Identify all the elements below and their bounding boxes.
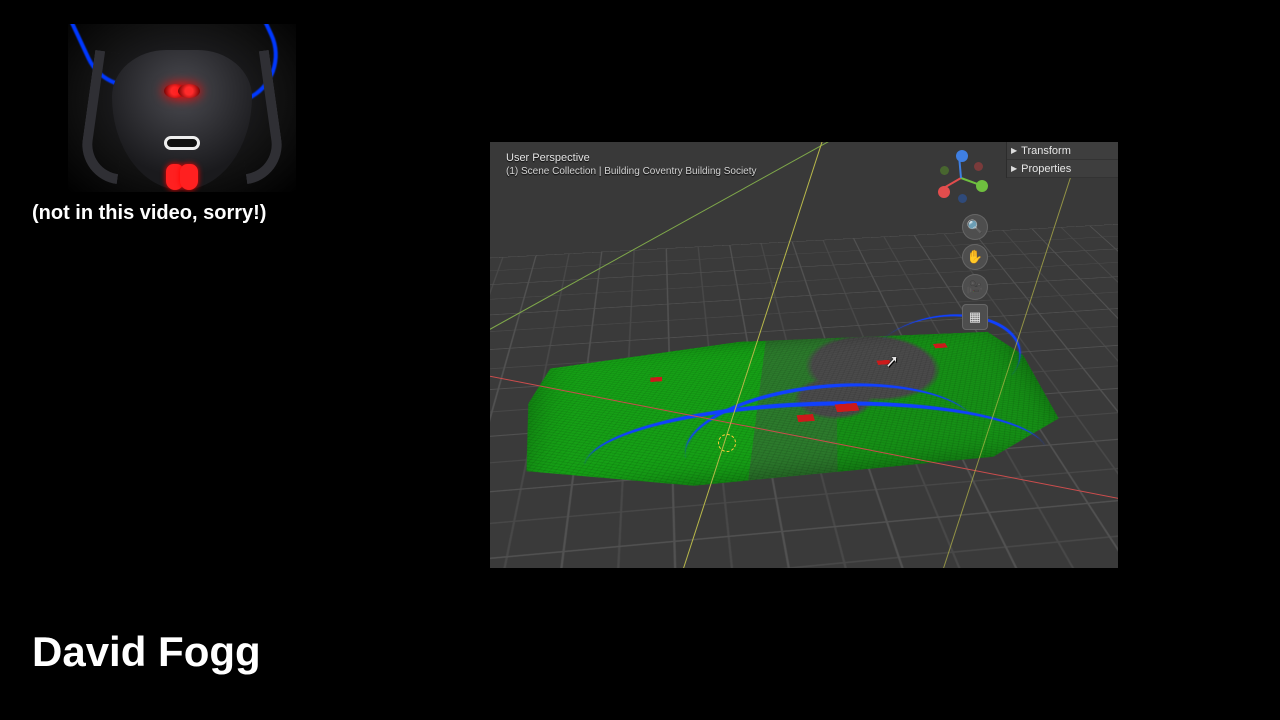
n-panel[interactable]: ▶ Transform ▶ Properties (1006, 142, 1118, 178)
npanel-section-transform[interactable]: ▶ Transform (1007, 142, 1118, 160)
chevron-right-icon: ▶ (1011, 164, 1017, 173)
pan-icon[interactable]: ✋ (962, 244, 988, 270)
mouse-cursor-icon: ⭧ (887, 352, 898, 373)
viewport-nav-icons: 🔍 ✋ 🎥 ▦ (962, 214, 988, 330)
presenter-avatar (68, 24, 296, 192)
3d-cursor-icon (718, 434, 736, 452)
osm-map-mesh[interactable] (509, 322, 1094, 501)
breadcrumb: Scene Collection | Building Coventry Bui… (521, 166, 757, 177)
npanel-label: Properties (1021, 163, 1071, 175)
breadcrumb-index: (1) (506, 166, 518, 177)
perspective-label: User Perspective (506, 152, 757, 164)
presenter-name: David Fogg (32, 628, 261, 676)
gizmo-axis-z[interactable] (956, 150, 968, 162)
blender-3d-viewport[interactable]: ⭧ User Perspective (1) Scene Collection … (490, 142, 1118, 568)
gizmo-axis-x[interactable] (938, 186, 950, 198)
ortho-grid-icon[interactable]: ▦ (962, 304, 988, 330)
gizmo-axis-neg-y[interactable] (940, 166, 949, 175)
subtitle-caption: (not in this video, sorry!) (32, 202, 266, 225)
gizmo-axis-neg-x[interactable] (974, 162, 983, 171)
viewport-info-overlay: User Perspective (1) Scene Collection | … (506, 152, 757, 177)
camera-icon[interactable]: 🎥 (962, 274, 988, 300)
chevron-right-icon: ▶ (1011, 146, 1017, 155)
npanel-section-properties[interactable]: ▶ Properties (1007, 160, 1118, 178)
gizmo-axis-neg-z[interactable] (958, 194, 967, 203)
orientation-gizmo[interactable] (932, 148, 990, 206)
npanel-label: Transform (1021, 145, 1071, 157)
zoom-icon[interactable]: 🔍 (962, 214, 988, 240)
gizmo-axis-y[interactable] (976, 180, 988, 192)
